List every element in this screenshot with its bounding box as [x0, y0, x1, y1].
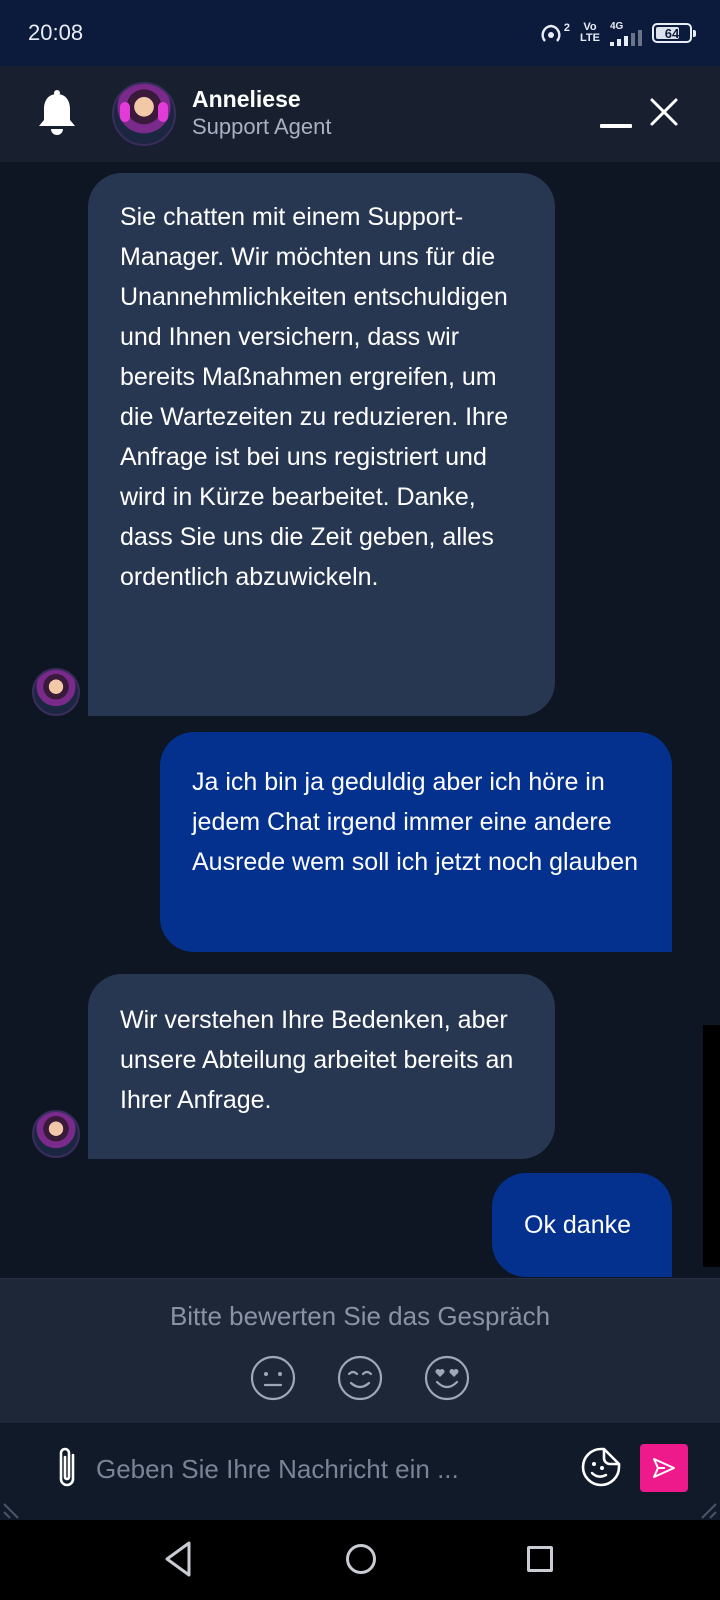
battery-icon: 64	[652, 23, 696, 43]
agent-message: Wir verstehen Ihre Bedenken, aber unsere…	[88, 974, 555, 1159]
home-icon[interactable]	[346, 1544, 376, 1574]
message-input[interactable]	[96, 1447, 556, 1491]
status-icons: 2 Vo LTE 4G 64	[540, 21, 696, 46]
back-icon[interactable]	[162, 1540, 194, 1578]
resize-handle-left[interactable]	[2, 1498, 24, 1520]
paperclip-icon[interactable]	[54, 1445, 80, 1491]
scrollbar[interactable]	[703, 1025, 720, 1267]
hotspot-count: 2	[563, 21, 571, 34]
battery-level: 64	[664, 25, 680, 41]
close-button[interactable]	[648, 96, 680, 128]
agent-message-text: Sie chatten mit einem Support-Manager. W…	[120, 203, 509, 591]
network-type: 4G	[610, 20, 624, 32]
agent-message: Sie chatten mit einem Support-Manager. W…	[88, 173, 555, 716]
bell-icon[interactable]	[36, 90, 78, 136]
rating-title: Bitte bewerten Sie das Gespräch	[169, 1301, 551, 1331]
neutral-face-icon[interactable]	[249, 1354, 297, 1402]
user-message: Ja ich bin ja geduldig aber ich höre in …	[160, 732, 672, 952]
resize-handle-right[interactable]	[696, 1498, 718, 1520]
volte-icon: Vo LTE	[580, 22, 600, 44]
message-list[interactable]: Sie chatten mit einem Support-Manager. W…	[0, 162, 720, 1277]
heart-eyes-face-icon[interactable]	[423, 1354, 471, 1402]
message-composer	[0, 1423, 720, 1520]
recents-icon[interactable]	[527, 1546, 553, 1572]
rating-panel: Bitte bewerten Sie das Gespräch	[0, 1278, 720, 1423]
volte-bottom: LTE	[580, 32, 600, 44]
hotspot-icon	[541, 24, 561, 42]
system-nav-bar	[0, 1520, 720, 1600]
cell-signal-icon: 4G	[610, 21, 642, 46]
status-bar: 20:08 2 Vo LTE 4G 64	[0, 0, 720, 66]
user-message: Ok danke	[492, 1173, 672, 1277]
send-icon	[653, 1458, 675, 1478]
signal-bars	[610, 29, 642, 46]
user-message-text: Ok danke	[524, 1211, 632, 1239]
send-button[interactable]	[640, 1444, 688, 1492]
agent-message-avatar	[32, 668, 80, 716]
agent-message-avatar	[32, 1110, 80, 1158]
minimize-button[interactable]	[600, 124, 632, 128]
agent-avatar	[112, 82, 176, 146]
sticker-icon[interactable]	[580, 1446, 622, 1488]
status-time: 20:08	[28, 20, 84, 45]
smiling-face-icon[interactable]	[336, 1354, 384, 1402]
agent-message-text: Wir verstehen Ihre Bedenken, aber unsere…	[120, 1006, 514, 1114]
agent-role: Support Agent	[192, 114, 332, 139]
user-message-text: Ja ich bin ja geduldig aber ich höre in …	[192, 768, 639, 876]
chat-header: Anneliese Support Agent	[0, 66, 720, 162]
agent-name: Anneliese	[192, 86, 301, 112]
